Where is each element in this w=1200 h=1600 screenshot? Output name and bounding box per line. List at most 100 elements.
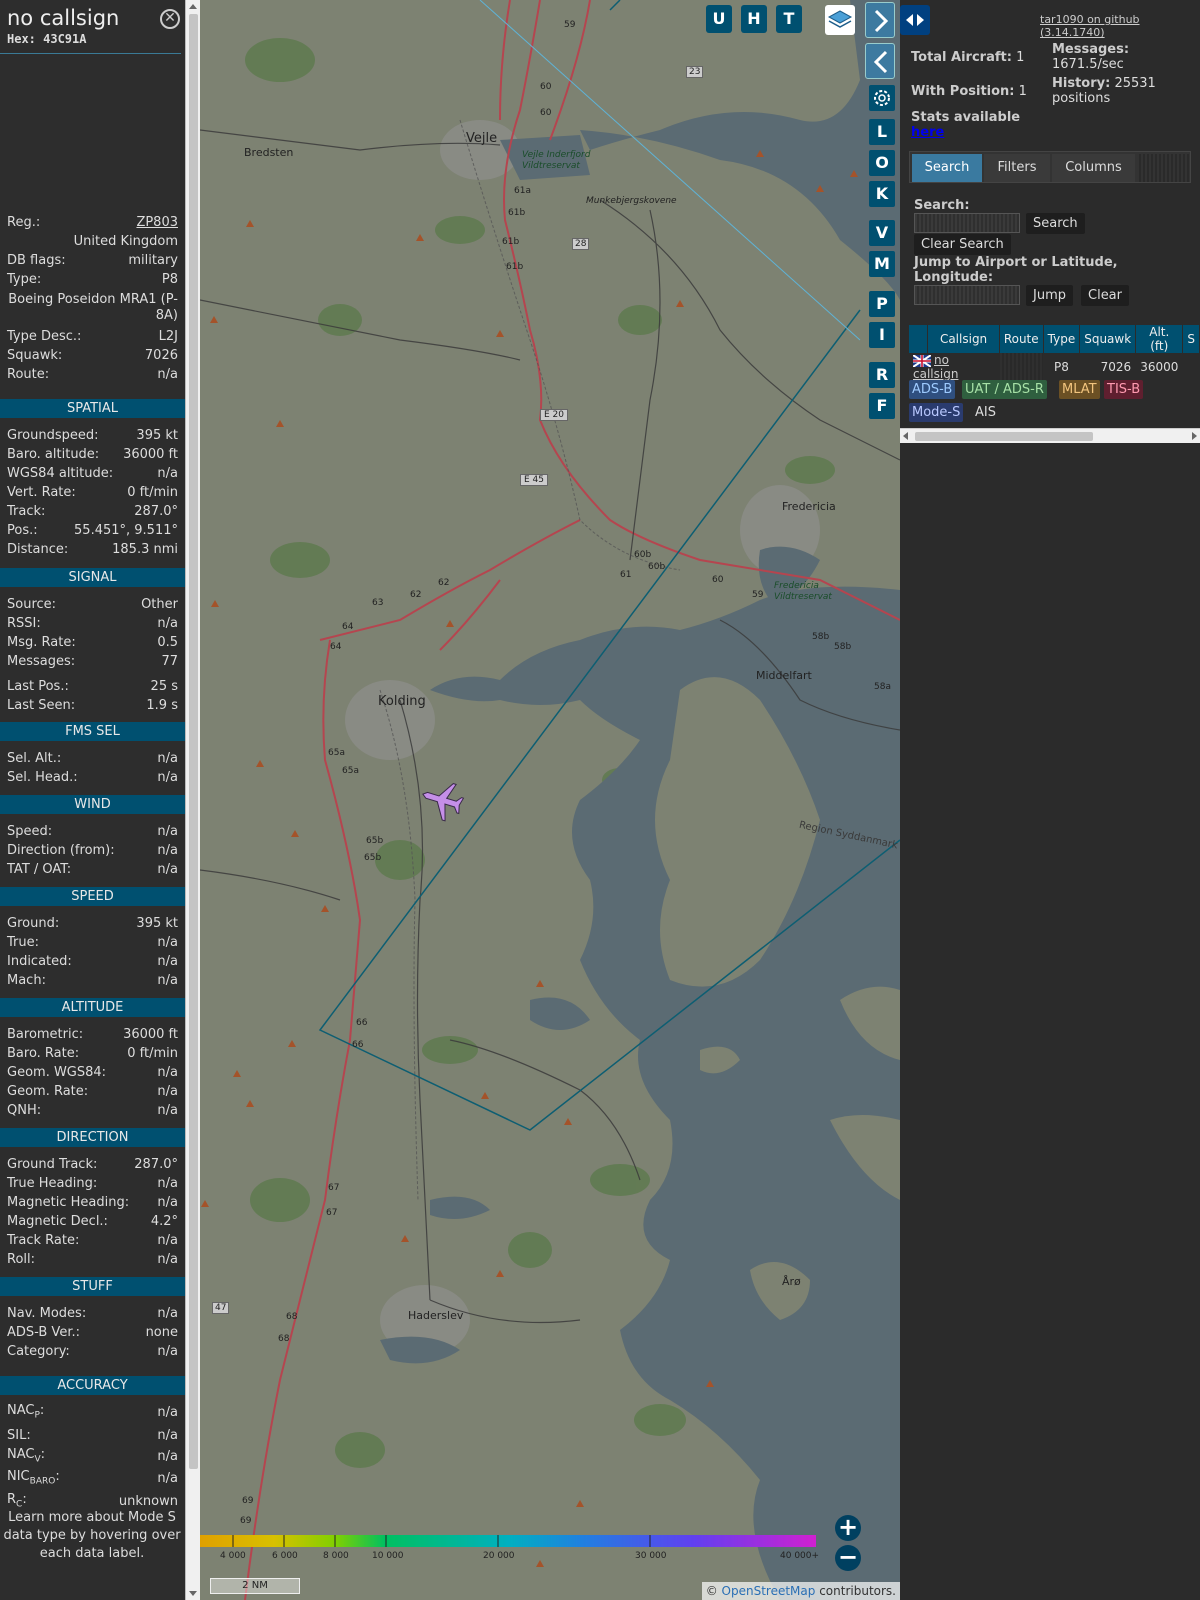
altitude-color-scale [200, 1535, 816, 1547]
field-label[interactable]: Category: [7, 1344, 70, 1359]
field-label[interactable]: Geom. WGS84: [7, 1065, 106, 1080]
road-label: 66 [352, 1040, 364, 1050]
toggle-k-button[interactable]: K [869, 181, 895, 207]
col-header-altitude[interactable]: Alt. (ft) [1136, 325, 1183, 353]
field-label[interactable]: Distance: [7, 542, 68, 557]
zoom-out-button[interactable]: − [835, 1545, 861, 1571]
field-label[interactable]: Track: [7, 504, 45, 519]
reg-link[interactable]: ZP803 [136, 215, 178, 230]
map-canvas[interactable] [200, 0, 900, 1600]
scroll-left-arrow-icon[interactable] [903, 432, 908, 440]
osm-link[interactable]: OpenStreetMap [722, 1584, 816, 1598]
info-panel-scrollbar[interactable] [185, 0, 200, 1600]
hscroll-thumb[interactable] [915, 432, 1093, 441]
field-label[interactable]: Baro. Rate: [7, 1046, 79, 1061]
scrollbar-thumb[interactable] [189, 14, 198, 1469]
field-label[interactable]: True Heading: [7, 1176, 97, 1191]
nicbaro-label[interactable]: NICBARO: [7, 1469, 60, 1487]
field-label[interactable]: Nav. Modes: [7, 1306, 86, 1321]
field-label[interactable]: WGS84 altitude: [7, 466, 113, 481]
toggle-m-button[interactable]: M [869, 251, 895, 277]
table-row[interactable]: no callsign P8 7026 36000 [909, 353, 1199, 381]
github-link[interactable]: tar1090 on github (3.14.1740) [1040, 13, 1200, 39]
col-header-squawk[interactable]: Squawk [1080, 325, 1136, 353]
road-label: 61a [514, 186, 531, 196]
field-label[interactable]: Groundspeed: [7, 428, 98, 443]
prev-button[interactable] [865, 43, 895, 79]
tab-filters[interactable]: Filters [984, 154, 1050, 182]
road-label: 67 [328, 1183, 340, 1193]
tab-search[interactable]: Search [912, 154, 982, 182]
field-label[interactable]: Sel. Alt.: [7, 751, 61, 766]
field-label[interactable]: Last Seen: [7, 698, 75, 713]
toggle-l-button[interactable]: L [869, 119, 895, 145]
toggle-p-button[interactable]: P [869, 291, 895, 317]
field-label[interactable]: True: [7, 935, 39, 950]
col-header-flag[interactable] [909, 325, 928, 353]
field-label[interactable]: Track Rate: [7, 1233, 79, 1248]
field-label[interactable]: Magnetic Decl.: [7, 1214, 108, 1229]
stats-link[interactable]: here [911, 125, 944, 140]
tab-extra[interactable] [1137, 154, 1189, 182]
toggle-r-button[interactable]: R [869, 362, 895, 388]
toggle-v-button[interactable]: V [869, 220, 895, 246]
clear-search-button[interactable]: Clear Search [914, 234, 1011, 255]
field-label[interactable]: Mach: [7, 973, 46, 988]
field-label[interactable]: ADS-B Ver.: [7, 1325, 80, 1340]
close-icon[interactable]: ✕ [160, 9, 180, 29]
clear-button[interactable]: Clear [1081, 285, 1129, 306]
road-label: 60b [648, 562, 666, 572]
zoom-in-button[interactable]: + [835, 1515, 861, 1541]
toggle-t-button[interactable]: T [776, 5, 802, 33]
col-header-route[interactable]: Route [999, 325, 1043, 353]
callsign-cell[interactable]: no callsign [909, 353, 999, 381]
field-label[interactable]: Roll: [7, 1252, 35, 1267]
field-label[interactable]: Indicated: [7, 954, 72, 969]
field-label[interactable]: Pos.: [7, 523, 38, 538]
nacp-label[interactable]: NACP: [7, 1403, 44, 1421]
toggle-o-button[interactable]: O [869, 150, 895, 176]
field-label[interactable]: Messages: [7, 654, 75, 669]
toggle-h-button[interactable]: H [741, 5, 767, 33]
field-label[interactable]: TAT / OAT: [7, 862, 71, 877]
toggle-sidebar-button[interactable] [900, 5, 930, 35]
field-label[interactable]: Magnetic Heading: [7, 1195, 129, 1210]
next-button[interactable] [865, 2, 895, 38]
field-label[interactable]: Speed: [7, 824, 52, 839]
map-view[interactable]: Vejle Bredsten Kolding Fredericia Middel… [200, 0, 900, 1600]
search-button[interactable]: Search [1026, 213, 1085, 234]
field-label[interactable]: Geom. Rate: [7, 1084, 88, 1099]
table-horizontal-scrollbar[interactable] [900, 428, 1200, 443]
col-header-speed[interactable]: S [1183, 325, 1199, 353]
layers-button[interactable] [825, 5, 855, 35]
settings-button[interactable] [869, 85, 895, 111]
field-label[interactable]: Direction (from): [7, 843, 115, 858]
toggle-f-button[interactable]: F [869, 393, 895, 419]
search-input[interactable] [914, 213, 1020, 233]
scroll-down-arrow-icon[interactable] [189, 1591, 197, 1596]
rc-label[interactable]: RC: [7, 1492, 27, 1510]
scroll-up-arrow-icon[interactable] [189, 4, 197, 9]
field-label[interactable]: Sel. Head.: [7, 770, 78, 785]
field-label[interactable]: Last Pos.: [7, 679, 69, 694]
nacv-label[interactable]: NACV: [7, 1447, 45, 1465]
col-header-type[interactable]: Type [1043, 325, 1080, 353]
field-label[interactable]: Ground Track: [7, 1157, 97, 1172]
toggle-u-button[interactable]: U [706, 5, 732, 33]
jump-input[interactable] [914, 285, 1020, 305]
field-label[interactable]: Vert. Rate: [7, 485, 76, 500]
field-label[interactable]: QNH: [7, 1103, 41, 1118]
field-label[interactable]: Source: [7, 597, 56, 612]
field-label[interactable]: Ground: [7, 916, 59, 931]
toggle-i-button[interactable]: I [869, 322, 895, 348]
col-header-callsign[interactable]: Callsign [928, 325, 999, 353]
place-haderslev: Haderslev [408, 1309, 464, 1322]
field-label[interactable]: RSSI: [7, 616, 41, 631]
tab-columns[interactable]: Columns [1052, 154, 1135, 182]
sil-label[interactable]: SIL: [7, 1428, 31, 1443]
field-label[interactable]: Msg. Rate: [7, 635, 76, 650]
scroll-right-arrow-icon[interactable] [1192, 432, 1197, 440]
field-label[interactable]: Barometric: [7, 1027, 83, 1042]
jump-button[interactable]: Jump [1026, 285, 1073, 306]
field-label[interactable]: Baro. altitude: [7, 447, 99, 462]
